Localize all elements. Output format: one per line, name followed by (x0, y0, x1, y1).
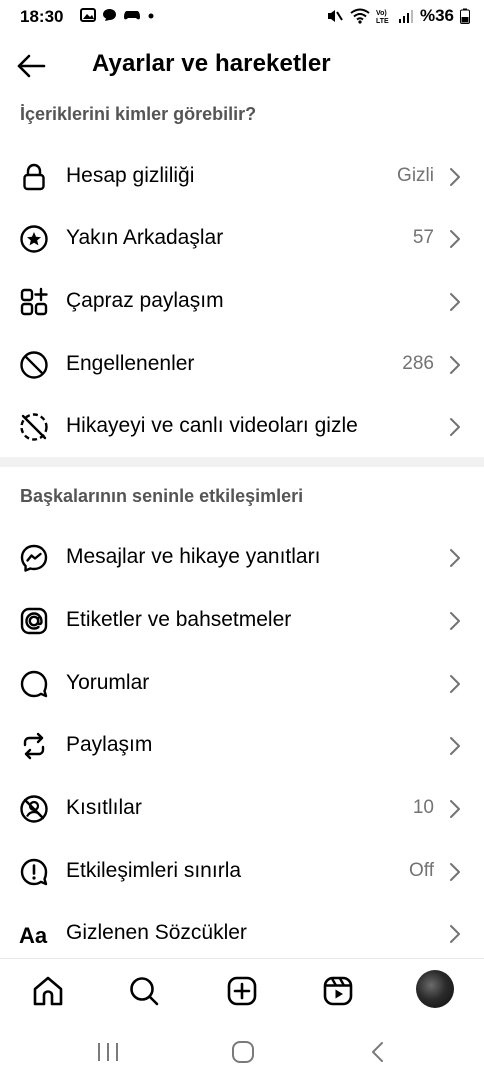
settings-item-label: Hikayeyi ve canlı videoları gizle (66, 414, 358, 437)
create-icon (227, 976, 257, 1006)
recent-apps-icon (98, 1043, 118, 1061)
settings-item-blocked[interactable]: Engellenenler 286 (0, 333, 484, 395)
settings-item-label: Hesap gizliliği (66, 164, 195, 187)
settings-item-account-privacy[interactable]: Hesap gizliliği Gizli (0, 145, 484, 207)
system-back-icon (372, 1042, 383, 1062)
settings-item-value: Off (409, 860, 434, 881)
mute-icon (327, 10, 343, 22)
chat-bubble-icon (103, 9, 116, 21)
status-right-icons: Vo) LTE %36 (326, 6, 470, 26)
section-header-visibility: İçeriklerini kimler görebilir? (20, 104, 257, 124)
gallery-icon (80, 8, 96, 22)
section-header-interactions: Başkalarının seninle etkileşimleri (20, 486, 304, 506)
chevron-right-icon (450, 863, 460, 881)
settings-item-label: Yorumlar (66, 671, 150, 694)
settings-item-value: 286 (402, 353, 434, 374)
system-navigation-bar (0, 1022, 484, 1080)
arrow-left-icon (17, 54, 46, 78)
settings-item-label: Paylaşım (66, 733, 153, 756)
svg-text:LTE: LTE (376, 18, 389, 24)
settings-item-label: Gizlenen Sözcükler (66, 921, 247, 944)
nav-create[interactable] (222, 971, 262, 1011)
hide-story-icon (20, 413, 48, 441)
home-icon (33, 976, 63, 1006)
chevron-right-icon (450, 675, 460, 693)
nav-search[interactable] (124, 971, 164, 1011)
chevron-right-icon (450, 418, 460, 436)
system-back-button[interactable] (368, 1038, 388, 1066)
chevron-right-icon (450, 293, 460, 311)
star-circle-icon (20, 225, 48, 253)
chevron-right-icon (450, 612, 460, 630)
settings-item-crossposting[interactable]: Çapraz paylaşım (0, 270, 484, 332)
settings-item-hide-story[interactable]: Hikayeyi ve canlı videoları gizle (0, 395, 484, 457)
chevron-right-icon (450, 230, 460, 248)
settings-item-label: Çapraz paylaşım (66, 289, 224, 312)
dot-icon (148, 13, 154, 19)
settings-item-label: Etkileşimleri sınırla (66, 859, 242, 882)
back-button[interactable] (16, 48, 56, 84)
status-notification-icons (80, 8, 155, 22)
wifi-icon (350, 8, 370, 24)
battery-percent: %36 (419, 6, 454, 25)
battery-icon (460, 8, 470, 24)
share-icon (23, 732, 45, 760)
apps-add-icon (20, 287, 48, 316)
svg-text:Aa: Aa (19, 923, 48, 948)
section-divider (0, 457, 484, 467)
svg-text:Vo): Vo) (376, 10, 387, 17)
chevron-right-icon (450, 925, 460, 943)
nav-reels[interactable] (318, 971, 358, 1011)
page-title: Ayarlar ve hareketler (92, 50, 331, 77)
comment-icon (20, 670, 48, 698)
settings-item-limit-interactions[interactable]: Etkileşimleri sınırla Off (0, 840, 484, 902)
chevron-right-icon (450, 356, 460, 374)
settings-item-tags-mentions[interactable]: Etiketler ve bahsetmeler (0, 589, 484, 651)
settings-item-label: Mesajlar ve hikaye yanıtları (66, 545, 321, 568)
text-aa-icon: Aa (19, 923, 48, 948)
settings-item-value: 10 (412, 797, 434, 818)
settings-item-label: Yakın Arkadaşlar (66, 226, 224, 249)
chevron-right-icon (450, 800, 460, 818)
blocked-icon (20, 351, 48, 379)
nav-home[interactable] (28, 971, 68, 1011)
lock-icon (23, 163, 45, 191)
game-controller-icon (124, 11, 140, 20)
settings-item-label: Engellenenler (66, 352, 195, 375)
signal-icon (398, 10, 413, 23)
limit-icon (20, 858, 48, 886)
settings-item-sharing[interactable]: Paylaşım (0, 714, 484, 776)
search-icon (130, 977, 159, 1006)
messenger-icon (20, 544, 48, 572)
bottom-navigation (0, 958, 484, 1023)
settings-item-comments[interactable]: Yorumlar (0, 652, 484, 714)
status-time: 18:30 (20, 7, 64, 26)
chevron-right-icon (450, 168, 460, 186)
settings-item-hidden-words[interactable]: Aa Gizlenen Sözcükler (0, 902, 484, 964)
restricted-icon (20, 795, 48, 823)
settings-item-value: Gizli (397, 165, 434, 186)
chevron-right-icon (450, 737, 460, 755)
header: Ayarlar ve hareketler (0, 36, 484, 96)
system-home-icon (232, 1041, 254, 1063)
settings-item-label: Etiketler ve bahsetmeler (66, 608, 292, 631)
settings-item-messages[interactable]: Mesajlar ve hikaye yanıtları (0, 526, 484, 588)
settings-item-value: 57 (412, 227, 434, 248)
settings-item-label: Kısıtlılar (66, 796, 142, 819)
settings-item-close-friends[interactable]: Yakın Arkadaşlar 57 (0, 207, 484, 269)
chevron-right-icon (450, 549, 460, 567)
settings-item-restricted[interactable]: Kısıtlılar 10 (0, 777, 484, 839)
profile-avatar[interactable] (416, 970, 454, 1008)
volte-icon: Vo)LTE (376, 10, 389, 24)
recent-apps-button[interactable] (96, 1038, 120, 1066)
system-home-button[interactable] (230, 1038, 256, 1066)
at-sign-icon (20, 607, 48, 635)
reels-icon (323, 976, 353, 1006)
status-bar: 18:30 Vo) LTE %36 (0, 0, 484, 34)
